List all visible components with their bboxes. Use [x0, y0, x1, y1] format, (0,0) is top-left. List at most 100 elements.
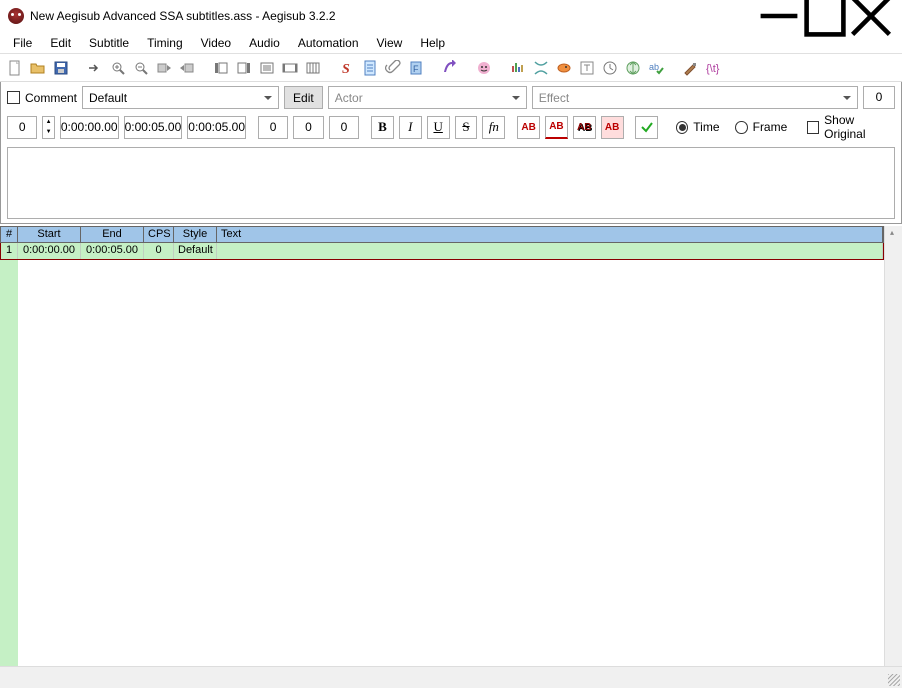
svg-text:S: S — [342, 62, 350, 76]
menu-help[interactable]: Help — [411, 33, 454, 53]
outline-color-button[interactable]: AB — [573, 116, 596, 139]
end-time-input[interactable]: 0:00:05.00 — [124, 116, 183, 139]
attachments-icon[interactable] — [383, 58, 403, 78]
minimize-button[interactable] — [756, 1, 802, 31]
snap-start-icon[interactable] — [211, 58, 231, 78]
cell-cps: 0 — [144, 243, 174, 259]
cell-start: 0:00:00.00 — [18, 243, 81, 259]
cycle-tag-icon[interactable]: {\t} — [703, 58, 723, 78]
timing-post-icon[interactable] — [554, 58, 574, 78]
window-title: New Aegisub Advanced SSA subtitles.ass -… — [30, 9, 756, 23]
snap-scene-icon[interactable] — [280, 58, 300, 78]
font-button[interactable]: fn — [482, 116, 505, 139]
grid-col-end[interactable]: End — [81, 227, 144, 242]
shift-times-icon[interactable] — [303, 58, 323, 78]
grid-col-cps[interactable]: CPS — [144, 227, 174, 242]
save-icon[interactable] — [51, 58, 71, 78]
show-original-label: Show Original — [824, 113, 895, 141]
spectrum-icon[interactable] — [508, 58, 528, 78]
maximize-button[interactable] — [802, 1, 848, 31]
menu-file[interactable]: File — [4, 33, 41, 53]
zoom-out-icon[interactable] — [131, 58, 151, 78]
menu-edit[interactable]: Edit — [41, 33, 80, 53]
options-icon[interactable] — [680, 58, 700, 78]
bold-button[interactable]: B — [371, 116, 394, 139]
margin-right-input[interactable]: 0 — [293, 116, 323, 139]
actor-combo[interactable]: Actor — [328, 86, 527, 109]
open-icon[interactable] — [28, 58, 48, 78]
app-icon — [8, 8, 24, 24]
comment-checkbox[interactable] — [7, 91, 20, 104]
grid-body[interactable] — [0, 260, 902, 666]
menu-bar: File Edit Subtitle Timing Video Audio Au… — [0, 32, 902, 54]
subtitle-text-input[interactable] — [7, 147, 895, 219]
subtitle-edit-panel: Comment Default Edit Actor Effect 0 0 ▲▼… — [0, 82, 902, 224]
toolbar: S F ab {\t} — [0, 54, 902, 82]
margin-vert-input[interactable]: 0 — [329, 116, 359, 139]
styles-manager-icon[interactable]: S — [337, 58, 357, 78]
fonts-collector-icon[interactable]: F — [406, 58, 426, 78]
cell-num: 1 — [1, 243, 18, 259]
char-count: 0 — [863, 86, 895, 109]
svg-text:F: F — [413, 64, 419, 74]
menu-view[interactable]: View — [368, 33, 412, 53]
sort-icon[interactable] — [623, 58, 643, 78]
show-original-checkbox[interactable] — [807, 121, 819, 134]
status-bar — [0, 666, 902, 688]
properties-icon[interactable] — [360, 58, 380, 78]
edit-style-button[interactable]: Edit — [284, 86, 323, 109]
snap-end-icon[interactable] — [234, 58, 254, 78]
title-bar: New Aegisub Advanced SSA subtitles.ass -… — [0, 0, 902, 32]
shadow-color-button[interactable]: AB — [601, 116, 624, 139]
kanji-timer-icon[interactable] — [577, 58, 597, 78]
svg-text:{\t}: {\t} — [706, 63, 720, 75]
layer-spinner[interactable]: ▲▼ — [42, 116, 54, 139]
grid-col-num[interactable]: # — [1, 227, 18, 242]
zoom-in-icon[interactable] — [108, 58, 128, 78]
cell-style: Default — [174, 243, 217, 259]
layer-input[interactable]: 0 — [7, 116, 37, 139]
primary-color-button[interactable]: AB — [517, 116, 540, 139]
time-radio[interactable] — [676, 121, 688, 134]
grid-row[interactable]: 1 0:00:00.00 0:00:05.00 0 Default — [0, 243, 884, 260]
shift-times-clock-icon[interactable] — [600, 58, 620, 78]
grid-header: # Start End CPS Style Text — [0, 226, 884, 243]
italic-button[interactable]: I — [399, 116, 422, 139]
assistant-icon[interactable] — [474, 58, 494, 78]
select-visible-icon[interactable] — [257, 58, 277, 78]
grid-col-style[interactable]: Style — [174, 227, 217, 242]
start-time-input[interactable]: 0:00:00.00 — [60, 116, 119, 139]
resize-grip[interactable] — [888, 674, 900, 686]
effect-combo[interactable]: Effect — [532, 86, 858, 109]
time-label: Time — [693, 120, 719, 134]
spellcheck-icon[interactable]: ab — [646, 58, 666, 78]
strike-button[interactable]: S — [455, 116, 478, 139]
grid-left-strip — [0, 260, 18, 666]
video-jump-end-icon[interactable] — [177, 58, 197, 78]
jump-icon[interactable] — [85, 58, 105, 78]
cell-end: 0:00:05.00 — [81, 243, 144, 259]
style-combo[interactable]: Default — [82, 86, 279, 109]
comment-label: Comment — [25, 91, 77, 105]
grid-col-start[interactable]: Start — [18, 227, 81, 242]
menu-timing[interactable]: Timing — [138, 33, 192, 53]
menu-audio[interactable]: Audio — [240, 33, 289, 53]
underline-button[interactable]: U — [427, 116, 450, 139]
frame-radio[interactable] — [735, 121, 747, 134]
cell-text — [217, 243, 883, 259]
secondary-color-button[interactable]: AB — [545, 116, 568, 139]
menu-automation[interactable]: Automation — [289, 33, 368, 53]
margin-left-input[interactable]: 0 — [258, 116, 288, 139]
menu-video[interactable]: Video — [192, 33, 240, 53]
grid-col-text[interactable]: Text — [217, 227, 883, 242]
menu-subtitle[interactable]: Subtitle — [80, 33, 138, 53]
new-icon[interactable] — [5, 58, 25, 78]
commit-button[interactable] — [635, 116, 658, 139]
close-button[interactable] — [848, 1, 894, 31]
frame-label: Frame — [753, 120, 788, 134]
resample-icon[interactable] — [531, 58, 551, 78]
duration-input[interactable]: 0:00:05.00 — [187, 116, 246, 139]
automation-icon[interactable] — [440, 58, 460, 78]
subtitle-grid: # Start End CPS Style Text 1 0:00:00.00 … — [0, 226, 902, 666]
video-jump-start-icon[interactable] — [154, 58, 174, 78]
